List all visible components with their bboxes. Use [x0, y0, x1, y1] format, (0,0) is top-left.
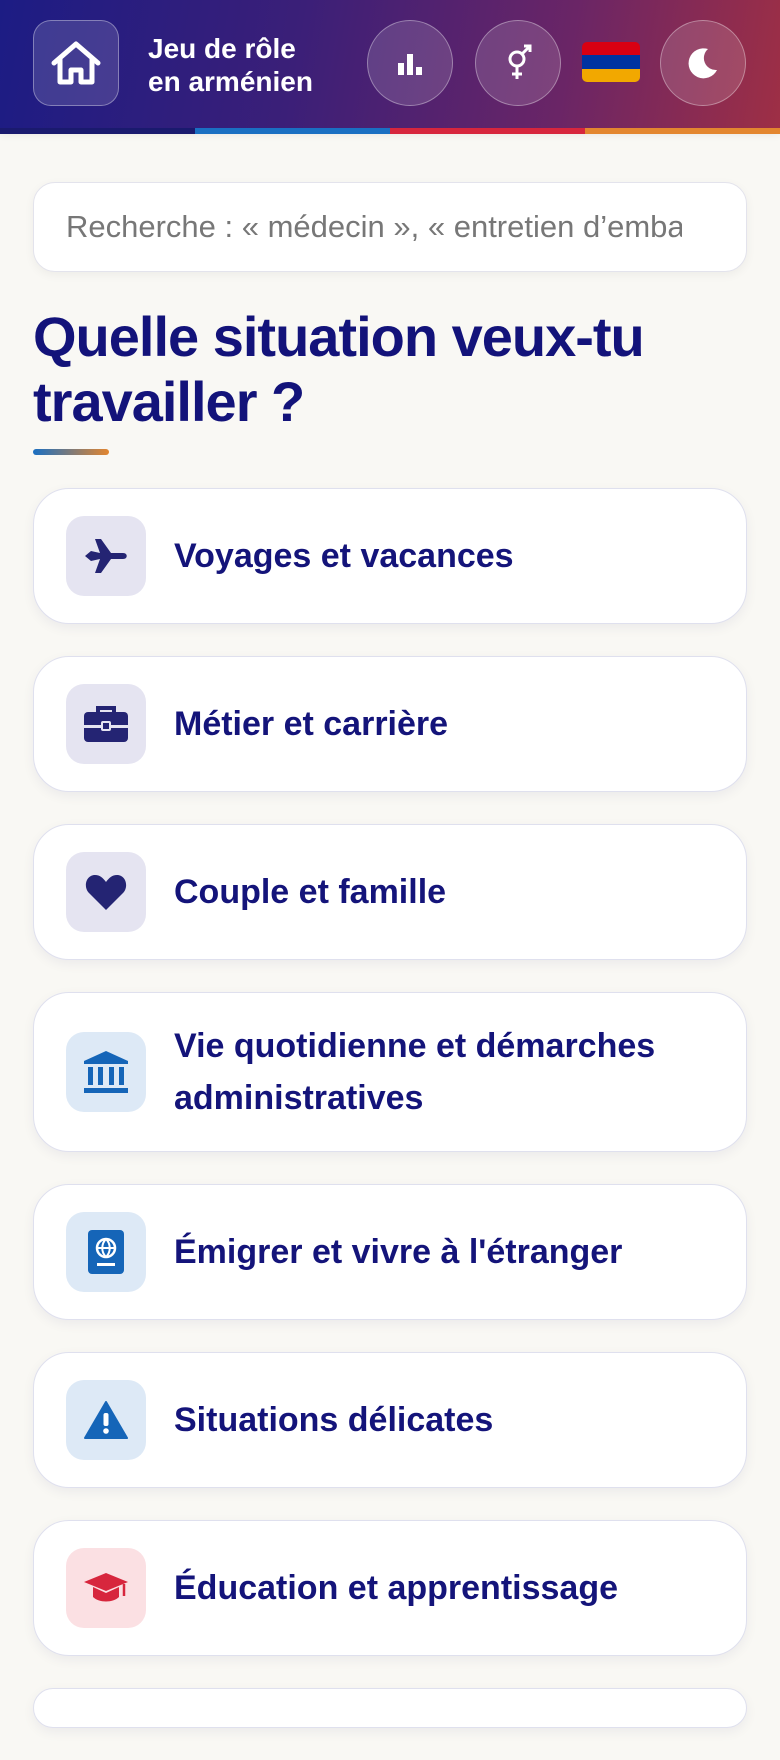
bank-icon [84, 1051, 128, 1093]
category-icon-tile [66, 1548, 146, 1628]
moon-icon [688, 48, 717, 79]
category-label: Éducation et apprentissage [174, 1569, 618, 1607]
dark-mode-toggle[interactable] [660, 20, 746, 106]
category-label: Couple et famille [174, 873, 447, 911]
category-list: Voyages et vacances Métier et carrière C… [33, 488, 747, 1760]
flag-stripe-red [582, 42, 640, 56]
category-emigration[interactable]: Émigrer et vivre à l'étranger [33, 1184, 747, 1320]
graduation-cap-icon [84, 1573, 128, 1602]
plane-icon [85, 539, 127, 573]
category-icon-tile [66, 1212, 146, 1292]
category-label: Métier et carrière [174, 705, 449, 743]
category-card-partial[interactable] [33, 1688, 747, 1728]
home-icon [51, 41, 101, 85]
stats-icon [398, 54, 422, 75]
app-title-line2: en arménien [148, 66, 313, 97]
briefcase-icon [84, 706, 128, 742]
category-label: Vie quotidienne et démarches administrat… [174, 1027, 656, 1117]
app-title: Jeu de rôle en arménien [148, 32, 348, 98]
category-label: Situations délicates [174, 1401, 494, 1439]
app-title-line1: Jeu de rôle [148, 33, 296, 64]
header-color-stripe [0, 128, 780, 134]
category-education[interactable]: Éducation et apprentissage [33, 1520, 747, 1656]
category-label: Voyages et vacances [174, 537, 514, 575]
page-title: Quelle situation veux-tu travailler ? [33, 305, 645, 433]
stats-button[interactable] [367, 20, 453, 106]
category-icon-tile [66, 684, 146, 764]
home-button[interactable] [33, 20, 119, 106]
category-daily-life[interactable]: Vie quotidienne et démarches administrat… [33, 992, 747, 1152]
category-delicate-situations[interactable]: Situations délicates [33, 1352, 747, 1488]
search-input[interactable] [66, 209, 682, 245]
category-icon-tile [66, 516, 146, 596]
heart-icon [85, 875, 127, 910]
category-icon-tile [66, 1032, 146, 1112]
title-underline [33, 449, 109, 455]
app-header: Jeu de rôle en arménien [0, 0, 780, 128]
warning-icon [84, 1401, 128, 1439]
category-label: Émigrer et vivre à l'étranger [174, 1233, 623, 1271]
armenian-flag[interactable] [582, 42, 640, 82]
category-career[interactable]: Métier et carrière [33, 656, 747, 792]
search-box[interactable] [33, 182, 747, 272]
category-icon-tile [66, 1380, 146, 1460]
category-family[interactable]: Couple et famille [33, 824, 747, 960]
category-icon-tile [66, 852, 146, 932]
gender-icon [508, 44, 532, 79]
flag-stripe-blue [582, 55, 640, 69]
category-travel[interactable]: Voyages et vacances [33, 488, 747, 624]
gender-button[interactable] [475, 20, 561, 106]
passport-icon [88, 1230, 124, 1274]
flag-stripe-orange [582, 68, 640, 82]
